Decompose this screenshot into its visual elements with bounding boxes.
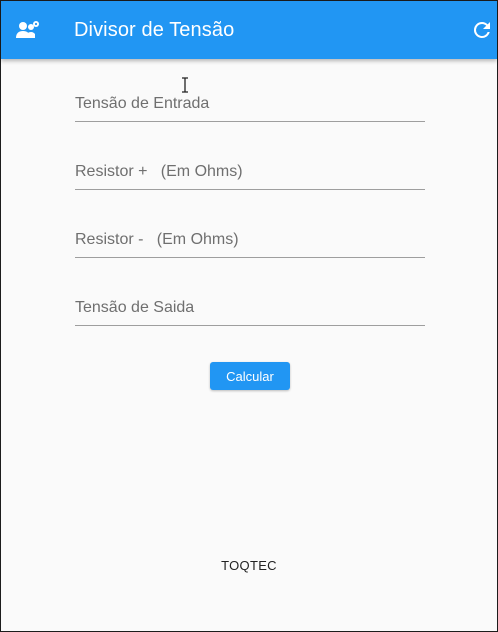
output-voltage-input[interactable]	[75, 299, 425, 317]
input-voltage-field[interactable]	[75, 78, 425, 122]
people-settings-icon[interactable]	[15, 18, 41, 42]
output-voltage-field[interactable]	[75, 282, 425, 326]
app-window: Divisor de Tensão Calcular TOQTEC	[0, 0, 498, 632]
refresh-icon[interactable]	[469, 17, 495, 43]
resistor-minus-input[interactable]	[75, 231, 425, 249]
resistor-plus-field[interactable]	[75, 146, 425, 190]
footer-brand: TOQTEC	[221, 558, 277, 573]
app-bar: Divisor de Tensão	[1, 1, 497, 59]
page-title: Divisor de Tensão	[74, 19, 235, 41]
calculate-button[interactable]: Calcular	[210, 362, 290, 390]
input-voltage-input[interactable]	[75, 95, 425, 113]
resistor-plus-input[interactable]	[75, 163, 425, 181]
resistor-minus-field[interactable]	[75, 214, 425, 258]
